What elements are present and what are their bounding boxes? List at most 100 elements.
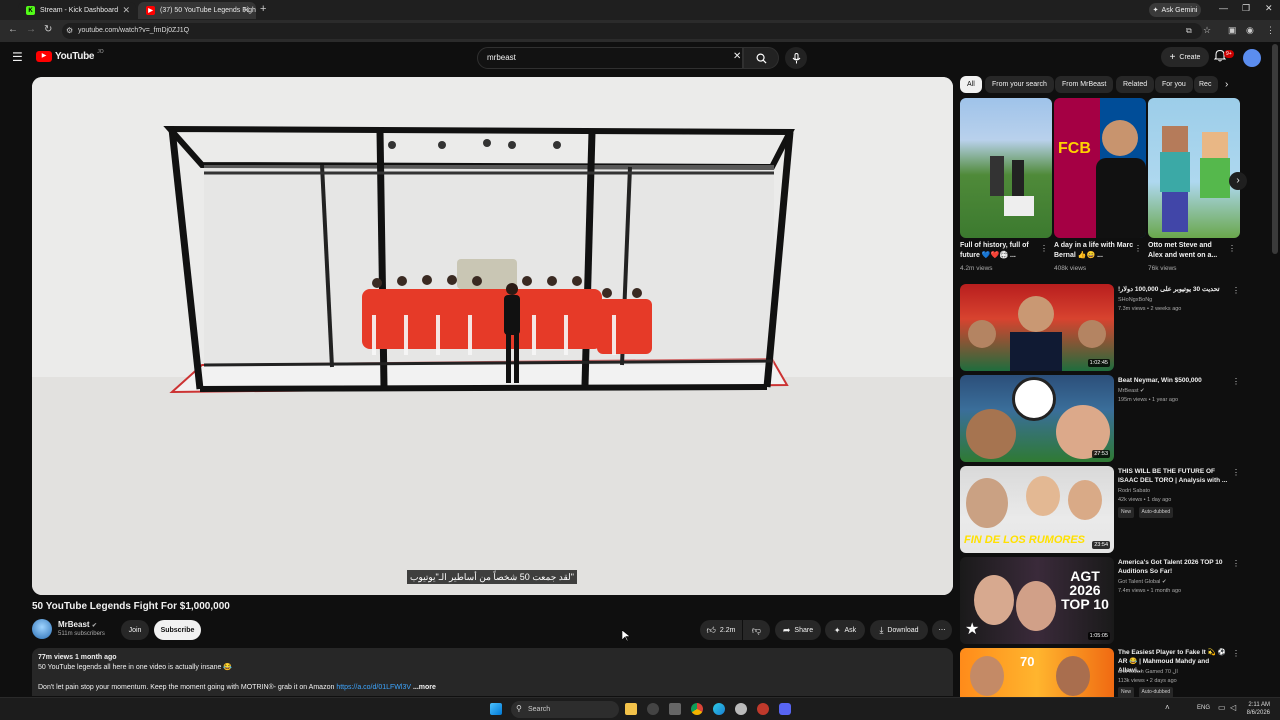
url-field[interactable]: youtube.com/watch?v=_fmDj0ZJ1Q: [62, 23, 1202, 39]
chip-all[interactable]: All: [960, 76, 982, 93]
menu-dots-icon[interactable]: ⋮: [1266, 25, 1275, 36]
file-explorer-icon[interactable]: [625, 703, 637, 715]
thumbnail-badge-text: 70: [1020, 654, 1035, 669]
dislike-button[interactable]: 👎︎: [743, 620, 770, 640]
windows-start-icon[interactable]: [490, 703, 502, 715]
channel-name[interactable]: and Match Gamed 70 ال: [1118, 668, 1178, 677]
minecraft-figure: [1162, 192, 1188, 232]
volume-icon[interactable]: ◁: [1230, 703, 1236, 712]
video-player[interactable]: [32, 77, 953, 595]
profile-icon[interactable]: ◉: [1246, 25, 1254, 36]
related-video-title[interactable]: America's Got Talent 2026 TOP 10 Auditio…: [1118, 558, 1230, 576]
video-description[interactable]: 77m views 1 month ago 50 YouTube legends…: [32, 648, 953, 696]
youtube-logo[interactable]: ▶ YouTube JO: [36, 49, 104, 62]
more-dots-icon[interactable]: ⋮: [1232, 649, 1240, 658]
taskbar-clock[interactable]: 2:11 AM 8/6/2026: [1244, 701, 1270, 717]
account-avatar[interactable]: [1243, 49, 1261, 67]
more-dots-icon[interactable]: ⋮: [1134, 244, 1142, 253]
clear-search-icon[interactable]: ✕: [733, 51, 741, 62]
site-info-icon[interactable]: ⚙: [66, 26, 73, 35]
more-dots-icon[interactable]: ⋮: [1232, 286, 1240, 295]
chip-from-mrbeast[interactable]: From MrBeast: [1055, 76, 1114, 93]
chip-from-your-search[interactable]: From your search: [985, 76, 1054, 93]
short-title[interactable]: A day in a life with Marc Bernal 👍😄 ...: [1054, 241, 1134, 261]
app-icon[interactable]: [669, 703, 681, 715]
discord-icon[interactable]: [779, 703, 791, 715]
description-line: Don't let pain stop your momentum. Keep …: [38, 684, 436, 691]
join-button[interactable]: Join: [121, 620, 149, 640]
video-thumbnail[interactable]: 27:53: [960, 375, 1114, 462]
channel-name[interactable]: SHoNgxBoNg: [1118, 296, 1152, 305]
download-button[interactable]: ⤓ Download: [870, 620, 928, 640]
more-dots-icon[interactable]: ⋮: [1040, 244, 1048, 253]
show-more-link[interactable]: ...more: [413, 684, 436, 691]
channel-avatar[interactable]: [32, 619, 52, 639]
video-thumbnail[interactable]: 1:02:45: [960, 284, 1114, 371]
search-input[interactable]: mrbeast: [477, 47, 743, 69]
tab-youtube-video[interactable]: ▶ (37) 50 YouTube Legends Figh ✕: [138, 2, 256, 19]
sparkle-icon: ✦: [833, 625, 841, 635]
chip-recent[interactable]: Rec: [1194, 76, 1218, 93]
language-indicator[interactable]: ENG: [1197, 705, 1210, 711]
ask-button[interactable]: ✦ Ask: [825, 620, 865, 640]
minimize-icon[interactable]: —: [1219, 3, 1228, 13]
share-button[interactable]: ➦ Share: [775, 620, 821, 640]
chips-next-icon[interactable]: ›: [1225, 79, 1228, 90]
app-icon[interactable]: [757, 703, 769, 715]
channel-name[interactable]: Got Talent Global ✔: [1118, 578, 1167, 587]
video-tags: New Auto-dubbed: [1118, 507, 1176, 518]
channel-name[interactable]: MrBeast ✔: [58, 620, 97, 629]
tray-expand-icon[interactable]: ˄: [1165, 703, 1170, 712]
close-tab-icon[interactable]: ✕: [242, 5, 250, 16]
reload-icon[interactable]: ↻: [44, 24, 52, 35]
video-thumbnail[interactable]: FIN DE LOS RUMORES 23:54: [960, 466, 1114, 553]
subscribe-button[interactable]: Subscribe: [154, 620, 201, 640]
channel-name[interactable]: MrBeast ✔: [1118, 387, 1145, 396]
forward-icon[interactable]: →: [26, 24, 36, 35]
voice-search-button[interactable]: [785, 47, 807, 69]
page-scrollbar[interactable]: [1272, 44, 1278, 254]
search-button[interactable]: [743, 47, 779, 69]
channel-name[interactable]: Rodri Sabato: [1118, 487, 1150, 496]
more-dots-icon[interactable]: ⋮: [1232, 559, 1240, 568]
chip-related[interactable]: Related: [1116, 76, 1155, 93]
close-window-icon[interactable]: ✕: [1265, 3, 1273, 14]
more-dots-icon[interactable]: ⋮: [1232, 377, 1240, 386]
more-actions-button[interactable]: ⋯: [932, 620, 952, 640]
video-thumbnail[interactable]: AGT 2026 TOP 10 ★ 1:05:05: [960, 557, 1114, 644]
chip-for-you[interactable]: For you: [1155, 76, 1193, 93]
more-dots-icon[interactable]: ⋮: [1232, 468, 1240, 477]
edge-icon[interactable]: [713, 703, 725, 715]
minecraft-figure: [1200, 158, 1230, 198]
close-tab-icon[interactable]: ✕: [122, 5, 130, 16]
related-video-title[interactable]: تحديت 30 يوتيوبر على 100,000 دولار!: [1118, 285, 1230, 294]
install-icon[interactable]: ⧉: [1186, 26, 1192, 36]
chrome-icon[interactable]: [691, 703, 703, 715]
description-link[interactable]: https://a.co/d/01LFWl3V: [336, 684, 411, 691]
extensions-icon[interactable]: ▣: [1228, 25, 1237, 36]
back-icon[interactable]: ←: [8, 24, 18, 35]
related-video-title[interactable]: THIS WILL BE THE FUTURE OF ISAAC DEL TOR…: [1118, 467, 1230, 485]
video-thumbnail[interactable]: 70: [960, 648, 1114, 697]
short-title[interactable]: Full of history, full of future 💙❤️🏟 ...: [960, 241, 1040, 261]
app-icon[interactable]: [647, 703, 659, 715]
bookmark-star-icon[interactable]: ☆: [1203, 25, 1211, 36]
tab-kick-dashboard[interactable]: K Stream - Kick Dashboard ✕: [18, 2, 136, 19]
short-thumbnail[interactable]: [960, 98, 1052, 238]
restore-icon[interactable]: ❐: [1242, 3, 1250, 14]
shorts-next-button[interactable]: ›: [1229, 172, 1247, 190]
app-icon[interactable]: [735, 703, 747, 715]
short-title[interactable]: Otto met Steve and Alex and went on a...: [1148, 241, 1228, 261]
short-thumbnail[interactable]: FCB: [1054, 98, 1146, 238]
short-thumbnail[interactable]: [1148, 98, 1240, 238]
create-button[interactable]: + Create: [1161, 47, 1209, 67]
person-figure: [1096, 158, 1146, 238]
like-button[interactable]: 👍︎ 2.2m: [700, 620, 742, 640]
taskbar-search[interactable]: Search: [511, 701, 619, 718]
related-video-title[interactable]: Beat Neymar, Win $500,000: [1118, 376, 1230, 385]
more-dots-icon[interactable]: ⋮: [1228, 244, 1236, 253]
ask-gemini-button[interactable]: ✦ Ask Gemini: [1149, 3, 1201, 17]
new-tab-icon[interactable]: +: [260, 3, 266, 15]
hamburger-menu-icon[interactable]: ☰: [12, 50, 23, 64]
network-icon[interactable]: ▭: [1218, 703, 1226, 712]
